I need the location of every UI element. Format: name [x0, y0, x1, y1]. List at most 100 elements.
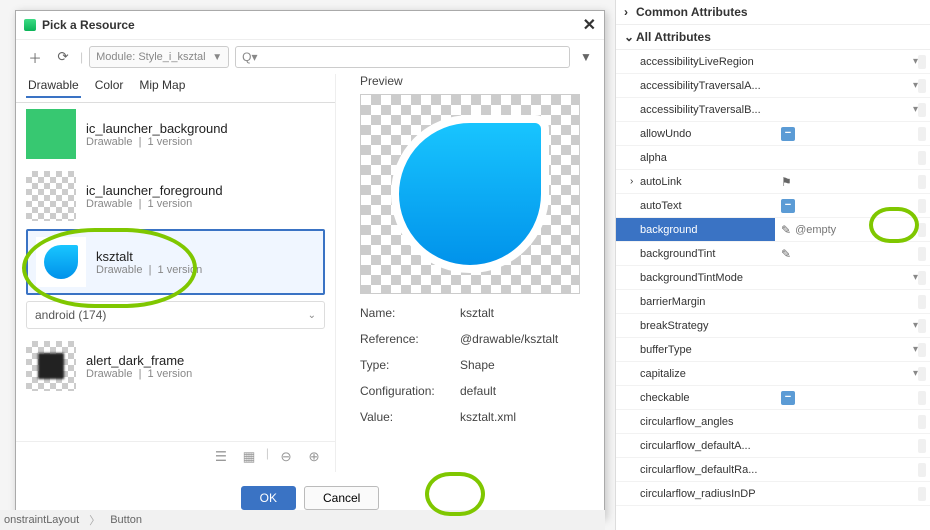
section-label: All Attributes [636, 30, 711, 44]
chevron-right-icon: › [624, 5, 636, 19]
module-selector[interactable]: Module: Style_i_ksztal ▼ [89, 46, 229, 68]
attribute-control[interactable]: ▾ [902, 343, 930, 357]
attribute-control[interactable]: ▾ [902, 103, 930, 117]
dialog-titlebar: Pick a Resource ✕ [16, 11, 604, 40]
attribute-control[interactable]: ▾ [902, 319, 930, 333]
attribute-row[interactable]: circularflow_defaultA... [616, 434, 930, 458]
refresh-button[interactable]: ⟳ [52, 46, 74, 68]
resource-list-item[interactable]: ic_launcher_foreground Drawable | 1 vers… [16, 165, 335, 227]
attribute-key: accessibilityLiveRegion [640, 56, 775, 68]
attribute-row[interactable]: circularflow_defaultRa... [616, 458, 930, 482]
resource-name: alert_dark_frame [86, 353, 192, 368]
section-label: Common Attributes [636, 5, 748, 19]
attribute-key: allowUndo [640, 128, 775, 140]
attribute-row[interactable]: barrierMargin [616, 290, 930, 314]
attribute-control[interactable]: ▾ [902, 55, 930, 69]
attribute-value[interactable]: ✎ [775, 247, 902, 261]
breadcrumb-separator [85, 512, 104, 528]
ok-button[interactable]: OK [241, 486, 296, 510]
attribute-row[interactable]: › autoLink ⚑ [616, 170, 930, 194]
attribute-control[interactable] [902, 175, 930, 189]
attribute-row[interactable]: capitalize ▾ [616, 362, 930, 386]
resource-name: ic_launcher_background [86, 121, 228, 136]
close-icon[interactable]: ✕ [583, 15, 596, 35]
attribute-key: background [640, 224, 775, 236]
list-view-icon[interactable]: ☰ [210, 446, 232, 468]
attribute-key: accessibilityTraversalB... [640, 104, 775, 116]
breadcrumb-item[interactable]: Button [110, 514, 142, 526]
list-view-toolbar: ☰ ▦ | ⊖ ⊕ [16, 441, 335, 472]
attribute-control[interactable] [902, 439, 930, 453]
detail-config-value: default [460, 384, 496, 398]
cancel-button[interactable]: Cancel [304, 486, 379, 510]
attribute-control[interactable] [902, 295, 930, 309]
attribute-control[interactable] [902, 415, 930, 429]
attribute-control[interactable] [902, 151, 930, 165]
resource-list-item[interactable]: ksztalt Drawable | 1 version [26, 229, 325, 295]
attribute-key: checkable [640, 392, 775, 404]
attribute-key: bufferType [640, 344, 775, 356]
attribute-control[interactable] [902, 391, 930, 405]
attribute-key: capitalize [640, 368, 775, 380]
attribute-row[interactable]: breakStrategy ▾ [616, 314, 930, 338]
flag-icon: ⚑ [781, 175, 792, 189]
chevron-down-icon: ▼ [212, 52, 222, 63]
section-common-attributes[interactable]: › Common Attributes [616, 0, 930, 25]
attribute-value[interactable]: − [775, 127, 902, 141]
attribute-row[interactable]: accessibilityLiveRegion ▾ [616, 50, 930, 74]
resource-name: ksztalt [96, 249, 202, 264]
add-plus-button[interactable]: ⊕ [303, 446, 325, 468]
resource-name: ic_launcher_foreground [86, 183, 223, 198]
attribute-value[interactable]: − [775, 391, 902, 405]
attribute-control[interactable] [902, 218, 930, 241]
dash-icon: − [781, 199, 795, 213]
breadcrumb-item[interactable]: onstraintLayout [4, 514, 79, 526]
attribute-control[interactable]: ▾ [902, 367, 930, 381]
tab-color[interactable]: Color [93, 74, 126, 98]
attribute-control[interactable]: ▾ [902, 79, 930, 93]
attribute-row[interactable]: autoText − [616, 194, 930, 218]
detail-type-label: Type: [360, 358, 460, 372]
detail-name-label: Name: [360, 306, 460, 320]
tab-mipmap[interactable]: Mip Map [137, 74, 187, 98]
attribute-row[interactable]: accessibilityTraversalA... ▾ [616, 74, 930, 98]
attribute-row[interactable]: bufferType ▾ [616, 338, 930, 362]
resource-list-item[interactable]: ic_launcher_background Drawable | 1 vers… [16, 103, 335, 165]
attribute-row[interactable]: circularflow_angles [616, 410, 930, 434]
filter-icon[interactable]: ▼ [576, 50, 596, 64]
attribute-control[interactable] [902, 463, 930, 477]
attribute-control[interactable] [902, 199, 930, 213]
attribute-row[interactable]: background ✎ @empty [616, 218, 930, 242]
attribute-control[interactable] [902, 247, 930, 261]
android-icon [24, 19, 36, 31]
search-input[interactable]: Q▾ [235, 46, 570, 68]
attribute-row[interactable]: circularflow_radiusInDP [616, 482, 930, 506]
grid-view-icon[interactable]: ▦ [238, 446, 260, 468]
attribute-control[interactable] [902, 127, 930, 141]
attribute-key: accessibilityTraversalA... [640, 80, 775, 92]
attribute-control[interactable] [902, 487, 930, 501]
attribute-value[interactable]: ✎ @empty [775, 218, 902, 241]
breadcrumb: onstraintLayout Button [0, 510, 605, 530]
detail-value-label: Value: [360, 410, 460, 424]
add-button[interactable]: ＋ [24, 46, 46, 68]
attribute-control[interactable]: ▾ [902, 271, 930, 285]
attribute-value[interactable]: − [775, 199, 902, 213]
attribute-key: circularflow_defaultRa... [640, 464, 775, 476]
attribute-row[interactable]: backgroundTint ✎ [616, 242, 930, 266]
attribute-value[interactable]: ⚑ [775, 175, 902, 189]
pencil-icon: ✎ [781, 247, 791, 261]
attribute-row[interactable]: accessibilityTraversalB... ▾ [616, 98, 930, 122]
tab-drawable[interactable]: Drawable [26, 74, 81, 98]
pick-resource-dialog: Pick a Resource ✕ ＋ ⟳ | Module: Style_i_… [15, 10, 605, 518]
thumbnail-icon [36, 237, 86, 287]
attribute-row[interactable]: backgroundTintMode ▾ [616, 266, 930, 290]
resource-group-android[interactable]: android (174)⌄ [26, 301, 325, 329]
attribute-row[interactable]: checkable − [616, 386, 930, 410]
attribute-row[interactable]: allowUndo − [616, 122, 930, 146]
resource-list-item[interactable]: alert_dark_frame Drawable | 1 version [16, 335, 335, 397]
remove-button[interactable]: ⊖ [275, 446, 297, 468]
preview-image [360, 94, 580, 294]
attribute-row[interactable]: alpha [616, 146, 930, 170]
section-all-attributes[interactable]: ⌄ All Attributes [616, 25, 930, 50]
